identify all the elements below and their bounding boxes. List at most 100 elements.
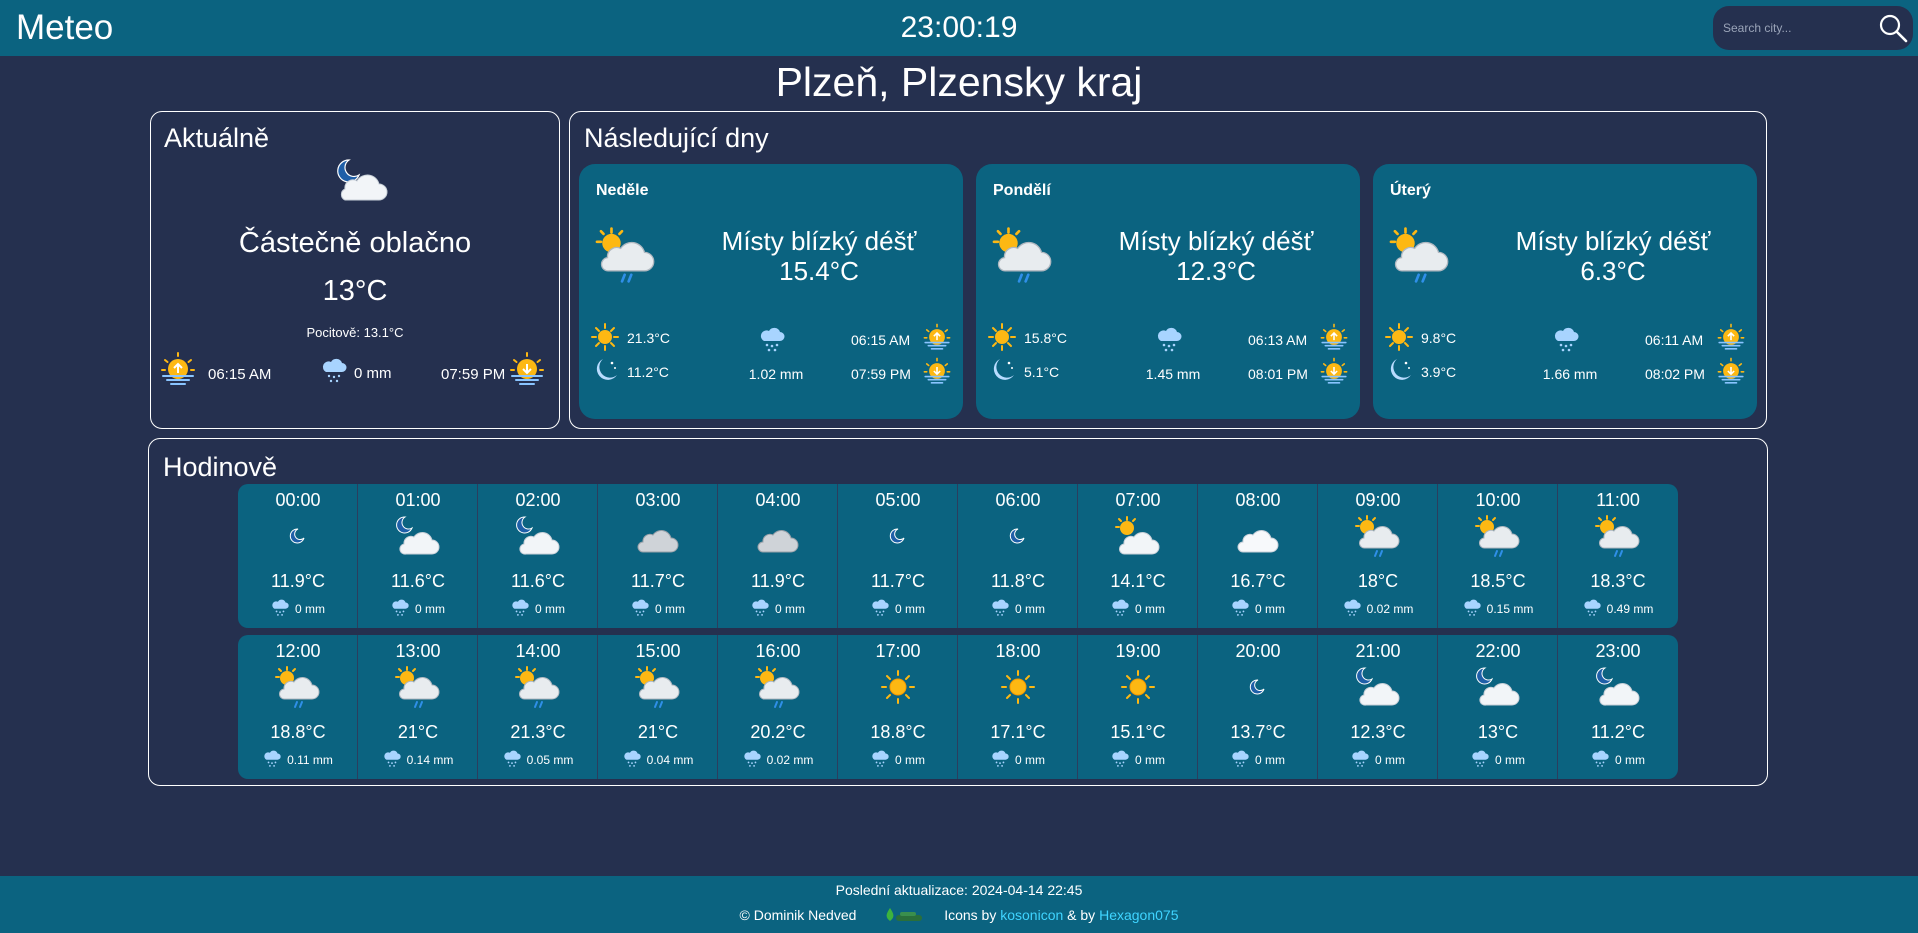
hour-rain-value: 0 mm: [1375, 753, 1405, 767]
moon-cloud-icon: [516, 516, 560, 555]
hour-rain: 0 mm: [838, 750, 958, 768]
max-temp-sun-icon: [988, 323, 1016, 351]
sunrise-icon: [1320, 323, 1348, 350]
hour-time: 18:00: [995, 641, 1041, 661]
hour-temp: 11.7°C: [871, 571, 925, 591]
current-condition: Částečně oblačno: [238, 227, 472, 259]
hour-rain-value: 0 mm: [895, 753, 925, 767]
hour-rain-value: 0 mm: [1255, 753, 1285, 767]
hour-rain-value: 0.04 mm: [646, 753, 694, 767]
forecast-day-card: Neděle Místy blízký déšť 15.4°C 21.3°C 11.2°…: [579, 164, 963, 419]
hour-cell: 04:00 11.9°C 0 mm: [718, 484, 838, 628]
hour-rain-value: 0.15 mm: [1486, 602, 1534, 616]
hour-rain: 0 mm: [1558, 750, 1678, 768]
hour-temp: 11.9°C: [751, 571, 805, 591]
current-temperature: 13°C: [322, 275, 388, 307]
sun-cloud-rain-icon: [992, 227, 1052, 283]
min-temp-moon-icon: [596, 359, 617, 380]
kosonicon-link[interactable]: kosonicon: [1000, 907, 1063, 923]
hour-rain-value: 0 mm: [1495, 753, 1525, 767]
sunset-icon: [923, 357, 951, 384]
hour-cell: 09:00 18°C 0.02 mm: [1318, 484, 1438, 628]
hour-rain-value: 0.49 mm: [1606, 602, 1654, 616]
hour-rain: 0 mm: [478, 599, 598, 617]
moon-cloud-icon: [1476, 667, 1520, 706]
cloud-white-icon: [1237, 530, 1279, 553]
hour-rain-value: 0.02 mm: [766, 753, 814, 767]
rain-icon: [272, 599, 289, 616]
day-sunrise: 06:11 AM: [1645, 332, 1704, 348]
rain-icon: [743, 750, 761, 767]
forecast-day-card: Úterý Místy blízký déšť 6.3°C 9.8°C 3.9°C 1.6…: [1373, 164, 1757, 419]
hour-cell: 17:00 18.8°C 0 mm: [838, 635, 958, 779]
author-logo-icon[interactable]: [882, 906, 926, 924]
hour-rain: 0 mm: [1438, 750, 1558, 768]
hour-rain: 0.11 mm: [238, 750, 358, 768]
hour-time: 16:00: [755, 641, 801, 661]
day-max-temp: 9.8°C: [1421, 330, 1457, 346]
hour-cell: 21:00 12.3°C 0 mm: [1318, 635, 1438, 779]
day-precip: 1.02 mm: [748, 366, 804, 382]
hour-rain: 0 mm: [1198, 599, 1318, 617]
hour-time: 12:00: [275, 641, 321, 661]
hour-time: 01:00: [395, 490, 441, 510]
rain-icon: [1112, 599, 1129, 616]
hour-rain: 0 mm: [358, 599, 478, 617]
sun-cloud-rain-icon: [755, 666, 800, 708]
hour-time: 03:00: [635, 490, 681, 510]
hour-time: 08:00: [1235, 490, 1281, 510]
moon-cloud-icon: [1356, 667, 1400, 706]
hour-time: 10:00: [1475, 490, 1521, 510]
moon-icon: [289, 528, 305, 544]
sun-cloud-rain-icon: [635, 666, 680, 708]
forecast-day-card: Pondělí Místy blízký déšť 12.3°C 15.8°C 5.1°…: [976, 164, 1360, 419]
hour-time: 22:00: [1475, 641, 1521, 661]
current-precip: 0 mm: [354, 365, 392, 382]
clock: 23:00:19: [900, 11, 1018, 44]
search-box: [1713, 6, 1913, 50]
hour-time: 14:00: [515, 641, 561, 661]
last-update: Poslední aktualizace: 2024-04-14 22:45: [835, 882, 1083, 898]
min-temp-moon-icon: [993, 359, 1014, 380]
hour-rain: 0 mm: [718, 599, 838, 617]
hour-rain: 0 mm: [1078, 599, 1198, 617]
hour-rain: 0.15 mm: [1438, 599, 1558, 617]
hour-time: 23:00: [1595, 641, 1641, 661]
app-brand[interactable]: Meteo: [16, 8, 113, 48]
rain-icon: [992, 599, 1009, 616]
hour-rain: 0 mm: [598, 599, 718, 617]
rain-icon: [1592, 750, 1609, 767]
hour-rain-value: 0 mm: [1135, 753, 1165, 767]
day-precip: 1.45 mm: [1145, 366, 1201, 382]
sunrise-icon: [1717, 323, 1745, 350]
hour-temp: 14.1°C: [1110, 571, 1166, 591]
hour-time: 04:00: [755, 490, 801, 510]
hour-rain: 0 mm: [838, 599, 958, 617]
search-icon[interactable]: [1877, 12, 1909, 44]
rain-icon: [322, 358, 347, 383]
rain-icon: [512, 599, 529, 616]
moon-cloud-icon: [396, 516, 440, 555]
day-precip: 1.66 mm: [1542, 366, 1598, 382]
hour-rain-value: 0 mm: [1135, 602, 1165, 616]
hour-time: 05:00: [875, 490, 921, 510]
hexagon075-link[interactable]: Hexagon075: [1099, 907, 1178, 923]
day-condition: Místy blízký déšť: [1118, 226, 1314, 256]
rain-icon: [392, 599, 409, 616]
hour-time: 19:00: [1115, 641, 1161, 661]
sun-icon: [1001, 670, 1035, 704]
hour-time: 15:00: [635, 641, 681, 661]
hour-rain: 0.14 mm: [358, 750, 478, 768]
search-input[interactable]: [1723, 17, 1863, 39]
current-sunset: 07:59 PM: [441, 366, 506, 383]
sun-icon: [881, 670, 915, 704]
hour-rain-value: 0 mm: [1615, 753, 1645, 767]
hour-cell: 07:00 14.1°C 0 mm: [1078, 484, 1198, 628]
rain-icon: [1112, 750, 1129, 767]
hour-cell: 19:00 15.1°C 0 mm: [1078, 635, 1198, 779]
hour-rain: 0.02 mm: [718, 750, 838, 768]
hour-temp: 15.1°C: [1110, 722, 1166, 742]
sunset-icon: [1320, 357, 1348, 384]
rain-icon: [992, 750, 1009, 767]
hour-cell: 12:00 18.8°C 0.11 mm: [238, 635, 358, 779]
